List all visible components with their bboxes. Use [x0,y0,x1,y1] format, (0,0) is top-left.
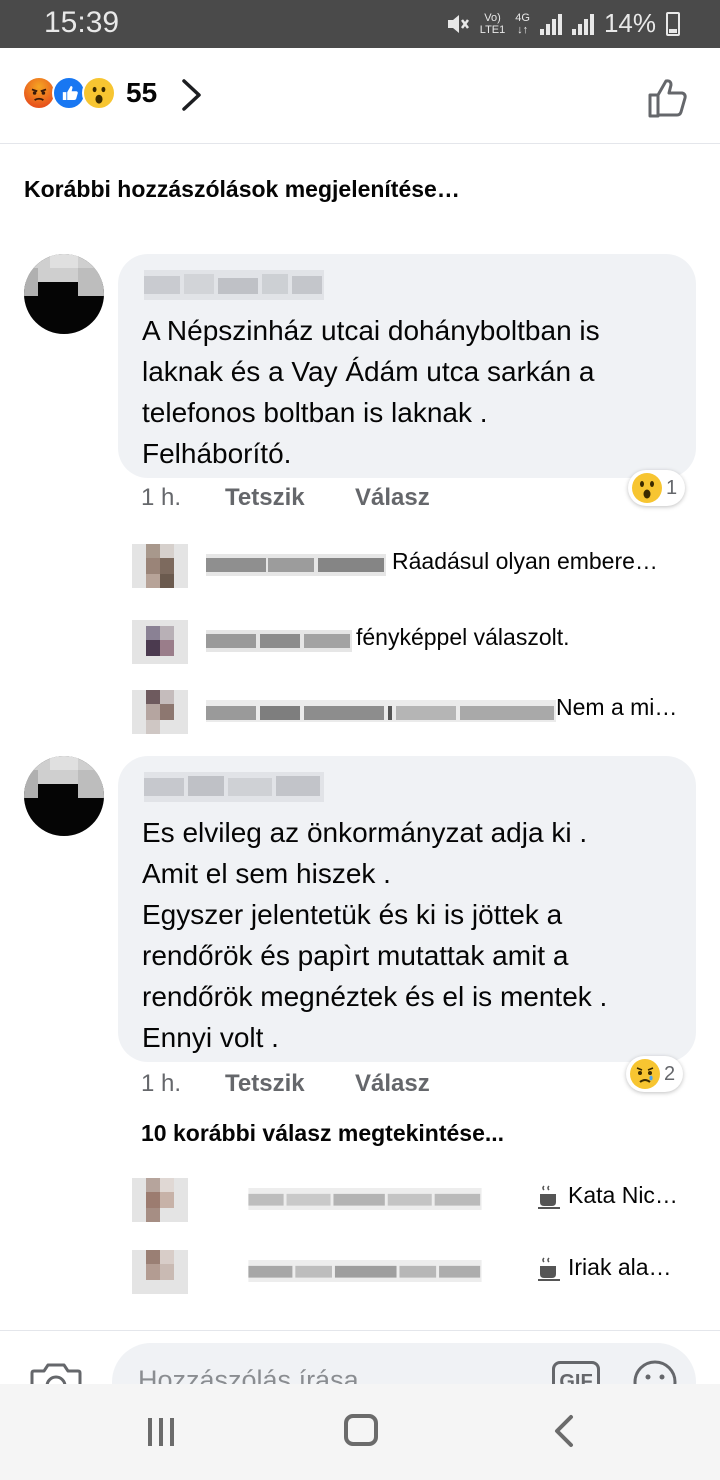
comment-bubble[interactable]: A Népszinház utcai dohányboltban is lakn… [118,254,696,478]
like-outline-icon[interactable] [646,76,690,120]
author-name-redacted [144,270,324,300]
like-button[interactable]: Tetszik [225,484,355,512]
reply-preview[interactable]: Kata Nic… [132,1176,692,1222]
reply-text: Ráadásul olyan embere… [392,548,658,574]
author-name-redacted [206,700,556,722]
status-icons: Vo) LTE1 4G ↓↑ 14% [446,8,680,39]
back-icon[interactable] [552,1414,576,1448]
network-type-indicator: 4G ↓↑ [515,11,530,36]
wow-icon [82,76,116,110]
reply-text: fényképpel válaszolt. [356,624,570,650]
reply-preview[interactable]: Ráadásul olyan embere… [132,542,692,588]
comment-actions: 1 h. Tetszik Válasz [141,1070,430,1098]
home-icon[interactable] [344,1414,378,1446]
camera-icon[interactable] [30,1361,82,1384]
coffee-icon [538,1257,560,1281]
sad-icon [630,1059,660,1089]
avatar [132,620,188,664]
reply-text: Iriak ala… [568,1254,672,1280]
reply-preview[interactable]: fényképpel válaszolt. [132,618,692,664]
comment-input-placeholder: Hozzászólás írása… [138,1365,386,1384]
angry-icon [22,76,56,110]
mute-icon [447,14,469,33]
comment-text: Es elvileg az önkormányzat adja ki . Ami… [142,817,608,1053]
comment-actions: 1 h. Tetszik Válasz [141,484,430,512]
avatar [132,544,188,588]
avatar [132,1178,188,1222]
battery-icon [666,11,680,36]
comment-reactions[interactable]: 2 [626,1056,684,1092]
reply-text: Kata Nic… [568,1182,678,1208]
coffee-icon [538,1185,560,1209]
comments-sheet: 55 Korábbi hozzászólások megjelenítése… … [0,48,720,1384]
comment-composer: Hozzászólás írása… GIF [0,1330,720,1384]
comment-input[interactable]: Hozzászólás írása… GIF [112,1343,696,1384]
avatar [132,690,188,734]
author-name-redacted [248,1188,482,1210]
reply-text: Nem a mi… [556,694,678,720]
reaction-summary-bar[interactable]: 55 [0,48,720,144]
battery-percent: 14% [603,8,656,38]
comment-bubble[interactable]: Es elvileg az önkormányzat adja ki . Ami… [118,756,696,1062]
reaction-count: 1 [666,476,678,499]
avatar[interactable] [24,756,104,836]
view-more-replies-link[interactable]: 10 korábbi válasz megtekintése... [141,1120,504,1147]
system-nav-bar [0,1384,720,1480]
reaction-count: 2 [664,1062,676,1085]
avatar [132,1250,188,1294]
comment-text: A Népszinház utcai dohányboltban is lakn… [142,315,600,469]
status-bar: 15:39 Vo) LTE1 4G ↓↑ 14% [0,0,720,48]
status-time: 15:39 [44,6,120,39]
author-name-redacted [206,630,352,652]
reaction-count: 55 [126,77,158,108]
recent-apps-icon[interactable] [146,1416,176,1448]
emoji-icon[interactable] [632,1359,678,1384]
reaction-summary[interactable]: 55 [22,76,157,110]
chevron-right-icon[interactable] [180,78,204,112]
volte-indicator: Vo) LTE1 [479,11,506,36]
signal-2-icon [571,13,594,35]
wow-icon [632,473,662,503]
avatar[interactable] [24,254,104,334]
author-name-redacted [144,772,324,802]
comment-reactions[interactable]: 1 [628,470,686,506]
signal-1-icon [539,13,562,35]
like-button[interactable]: Tetszik [225,1070,355,1098]
author-name-redacted [206,554,386,576]
comment-time: 1 h. [141,484,182,511]
like-icon [52,76,86,110]
reply-preview[interactable]: Iriak ala… [132,1248,692,1294]
reply-button[interactable]: Válasz [355,1070,430,1098]
author-name-redacted [248,1260,482,1282]
previous-comments-link[interactable]: Korábbi hozzászólások megjelenítése… [24,176,460,203]
comment-time: 1 h. [141,1070,182,1097]
reply-preview[interactable]: Nem a mi… [132,688,692,734]
reply-button[interactable]: Válasz [355,484,430,512]
gif-button[interactable]: GIF [552,1361,600,1384]
